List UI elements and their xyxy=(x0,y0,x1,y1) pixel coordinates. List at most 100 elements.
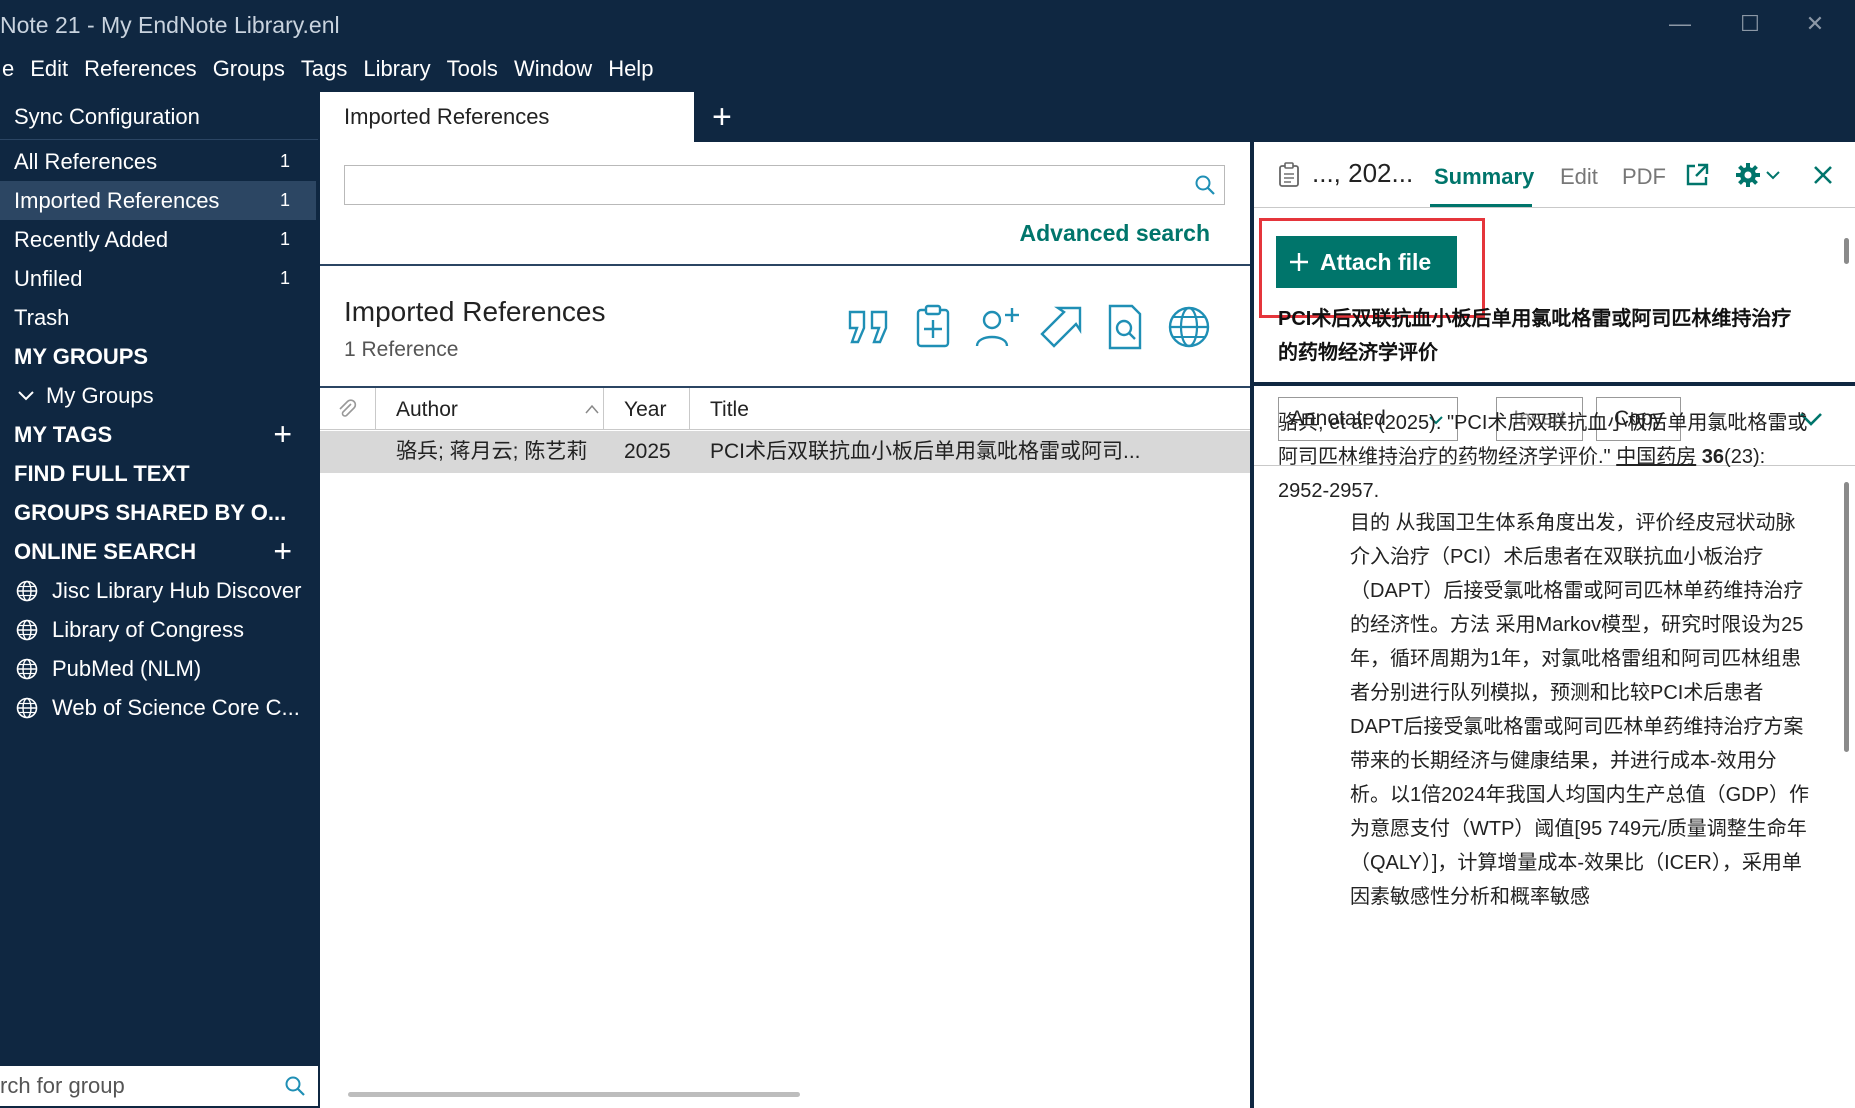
close-icon[interactable] xyxy=(1812,164,1834,186)
sidebar-item-my-groups[interactable]: My Groups xyxy=(14,376,154,415)
gear-icon[interactable] xyxy=(1734,161,1762,189)
abstract-text: 目的 从我国卫生体系角度出发，评价经皮冠状动脉介入治疗（PCI）术后患者在双联抗… xyxy=(1350,512,1809,908)
horizontal-scrollbar[interactable] xyxy=(348,1092,800,1097)
menu-references[interactable]: References xyxy=(76,50,205,90)
add-user-icon[interactable] xyxy=(972,302,1022,352)
search-icon[interactable] xyxy=(1194,174,1216,196)
chevron-down-icon[interactable] xyxy=(1766,170,1780,180)
group-search-placeholder: rch for group xyxy=(0,1073,125,1098)
window-title: Note 21 - My EndNote Library.enl xyxy=(0,12,340,38)
globe-icon xyxy=(16,619,38,640)
online-search-icon[interactable] xyxy=(1164,302,1214,352)
menu-groups[interactable]: Groups xyxy=(205,50,293,90)
menu-file[interactable]: e xyxy=(0,50,22,90)
sidebar-item-label: Imported References xyxy=(14,188,220,213)
quick-search-input[interactable] xyxy=(344,165,1225,205)
online-search-label: Web of Science Core C... xyxy=(52,695,300,720)
attachment-column-header[interactable] xyxy=(320,388,376,430)
menu-edit[interactable]: Edit xyxy=(22,50,76,90)
sidebar-item-label: Unfiled xyxy=(14,266,83,291)
online-search-library-of-congress[interactable]: Library of Congress xyxy=(14,610,244,649)
active-tab-indicator xyxy=(1430,204,1532,207)
reference-count: 1 Reference xyxy=(344,338,459,361)
sidebar-item-imported-references[interactable]: Imported References 1 xyxy=(0,181,316,220)
sync-configuration[interactable]: Sync Configuration xyxy=(0,92,318,140)
menu-tools[interactable]: Tools xyxy=(439,50,506,90)
year-column-header[interactable]: Year xyxy=(604,388,690,430)
chevron-down-icon xyxy=(18,390,34,400)
sidebar-item-count: 1 xyxy=(279,229,290,249)
share-arrow-icon[interactable] xyxy=(1036,302,1086,352)
globe-icon xyxy=(16,697,38,718)
my-tags-header[interactable]: MY TAGS xyxy=(14,415,112,454)
sidebar-item-unfiled[interactable]: Unfiled 1 xyxy=(0,259,316,298)
online-search-web-of-science[interactable]: Web of Science Core C... xyxy=(14,688,300,727)
sidebar-item-recently-added[interactable]: Recently Added 1 xyxy=(0,220,316,259)
tab-pdf[interactable]: PDF xyxy=(1622,164,1666,190)
menu-window[interactable]: Window xyxy=(506,50,600,90)
detail-header: ..., 202... Summary Edit PDF xyxy=(1254,142,1855,208)
year-cell: 2025 xyxy=(624,440,671,463)
reference-detail-pane: ..., 202... Summary Edit PDF Attach file… xyxy=(1254,142,1855,1108)
title-bar: Note 21 - My EndNote Library.enl — ☐ ✕ xyxy=(0,0,1855,50)
menu-bar: e Edit References Groups Tags Library To… xyxy=(0,50,661,90)
advanced-search-link[interactable]: Advanced search xyxy=(1020,220,1210,247)
open-external-icon[interactable] xyxy=(1684,162,1710,188)
find-full-text-header[interactable]: FIND FULL TEXT xyxy=(14,454,190,493)
sidebar-item-count: 1 xyxy=(279,190,290,210)
online-search-header[interactable]: ONLINE SEARCH xyxy=(14,532,196,571)
sidebar-item-all-references[interactable]: All References 1 xyxy=(0,142,316,181)
online-search-label: PubMed (NLM) xyxy=(52,656,202,681)
divider xyxy=(320,264,1250,266)
sort-ascending-icon xyxy=(585,404,599,414)
title-cell: PCI术后双联抗血小板后单用氯吡格雷或阿司... xyxy=(710,440,1141,463)
maximize-button[interactable]: ☐ xyxy=(1730,8,1770,40)
reference-list-pane: Advanced search Imported References 1 Re… xyxy=(320,142,1250,1108)
online-search-pubmed[interactable]: PubMed (NLM) xyxy=(14,649,201,688)
journal-name: 中国药房 xyxy=(1616,446,1697,468)
search-icon[interactable] xyxy=(284,1075,306,1097)
add-online-search-icon[interactable]: + xyxy=(273,532,292,571)
minimize-button[interactable]: — xyxy=(1660,8,1700,40)
author-cell: 骆兵; 蒋月云; 陈艺莉 xyxy=(396,440,588,463)
sidebar-item-label: Trash xyxy=(14,305,70,330)
attach-file-button[interactable]: Attach file xyxy=(1276,236,1457,288)
library-title: Imported References xyxy=(344,296,606,327)
table-header: Author Year Title xyxy=(320,388,1250,430)
column-label: Author xyxy=(396,398,458,421)
my-groups-header[interactable]: MY GROUPS xyxy=(14,337,148,376)
tab-summary[interactable]: Summary xyxy=(1434,164,1534,190)
globe-icon xyxy=(16,580,38,601)
scrollbar[interactable] xyxy=(1844,482,1849,752)
paperclip-icon xyxy=(339,399,357,417)
plus-icon xyxy=(1290,253,1308,271)
online-search-jisc[interactable]: Jisc Library Hub Discover xyxy=(14,571,301,610)
reference-title: PCI术后双联抗血小板后单用氯吡格雷或阿司匹林维持治疗的药物经济学评价 xyxy=(1278,308,1792,364)
close-window-button[interactable]: ✕ xyxy=(1795,8,1835,40)
title-column-header[interactable]: Title xyxy=(690,388,1250,430)
add-tab-button[interactable]: + xyxy=(712,92,732,142)
menu-help[interactable]: Help xyxy=(600,50,661,90)
formatted-citation: 骆兵, et al. (2025). "PCI术后双联抗血小板后单用氯吡格雷或阿… xyxy=(1278,406,1808,508)
online-search-label: Library of Congress xyxy=(52,617,244,642)
online-search-label: Jisc Library Hub Discover xyxy=(52,578,302,603)
sidebar-item-label: All References xyxy=(14,149,158,174)
table-row[interactable]: 骆兵; 蒋月云; 陈艺莉 2025 PCI术后双联抗血小板后单用氯吡格雷或阿司.… xyxy=(320,431,1250,473)
sidebar-item-trash[interactable]: Trash xyxy=(0,298,316,337)
tab-edit[interactable]: Edit xyxy=(1560,164,1598,190)
clipboard-add-icon[interactable] xyxy=(908,302,958,352)
clipboard-icon xyxy=(1279,162,1299,187)
tab-imported-references[interactable]: Imported References xyxy=(320,92,694,142)
group-search-input[interactable]: rch for group xyxy=(0,1066,318,1106)
add-tag-icon[interactable]: + xyxy=(273,415,292,454)
find-pdf-icon[interactable] xyxy=(1100,302,1150,352)
author-column-header[interactable]: Author xyxy=(376,388,604,430)
quote-icon[interactable] xyxy=(844,302,894,352)
sidebar-item-count: 1 xyxy=(279,151,290,171)
groups-shared-header[interactable]: GROUPS SHARED BY O... xyxy=(14,493,286,532)
menu-tags[interactable]: Tags xyxy=(293,50,355,90)
sidebar-item-count: 1 xyxy=(279,268,290,288)
menu-library[interactable]: Library xyxy=(355,50,438,90)
toolbar xyxy=(844,302,1214,352)
scrollbar[interactable] xyxy=(1844,238,1849,264)
